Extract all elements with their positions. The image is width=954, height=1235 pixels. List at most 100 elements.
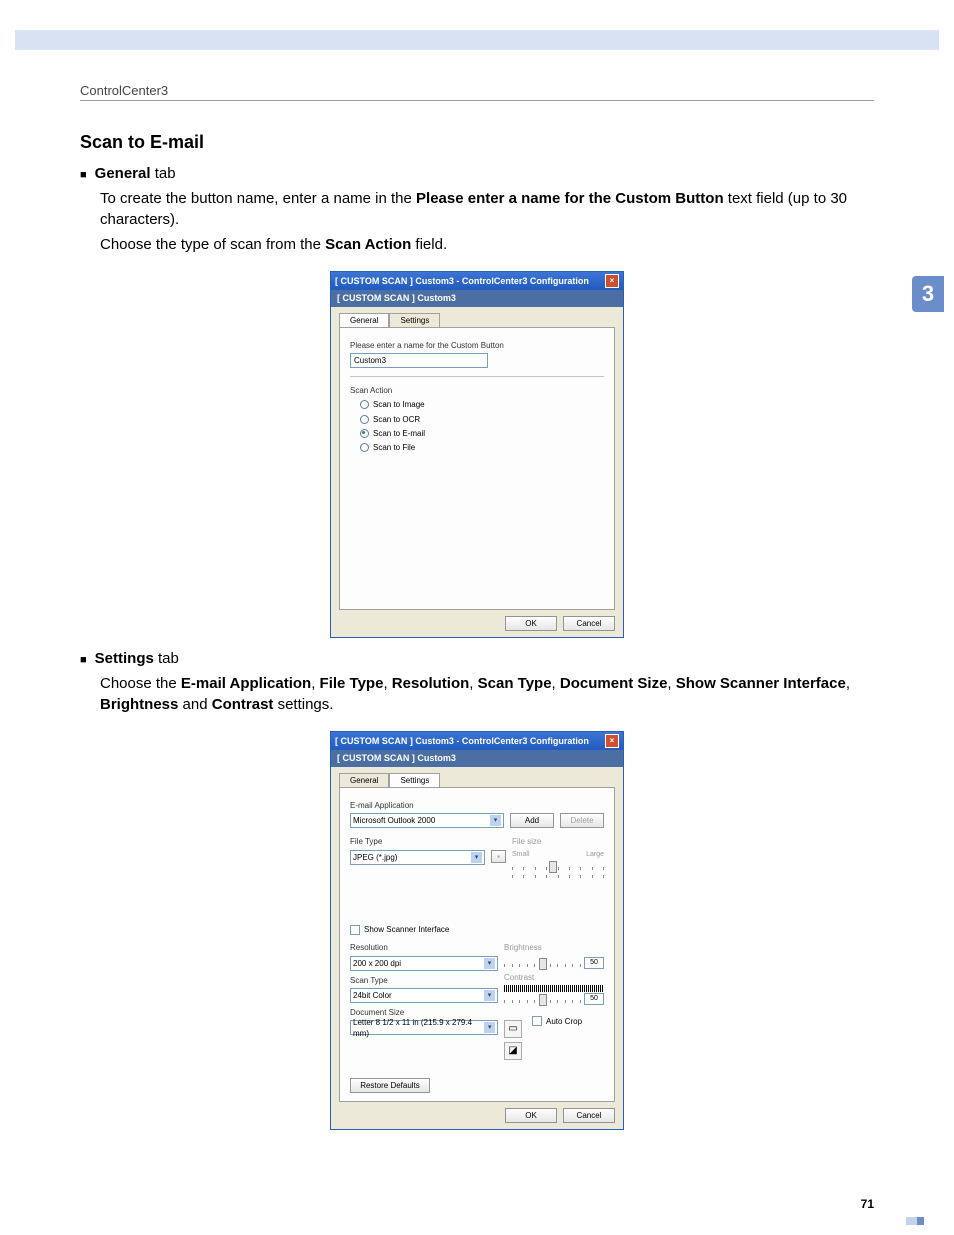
auto-crop-label: Auto Crop	[546, 1016, 582, 1027]
checkbox-icon[interactable]	[350, 925, 360, 935]
para2-bold: Scan Action	[325, 236, 411, 253]
email-app-value: Microsoft Outlook 2000	[353, 815, 435, 826]
radio-scan-image[interactable]: Scan to Image	[360, 399, 604, 410]
side-chapter-tab: 3	[912, 276, 944, 312]
top-band	[15, 30, 939, 50]
file-type-value: JPEG (*.jpg)	[353, 852, 397, 863]
crop-icon[interactable]: ▭	[504, 1020, 522, 1038]
header-rule	[80, 100, 874, 101]
file-type-combo[interactable]: JPEG (*.jpg) ▾	[350, 850, 485, 865]
name-input[interactable]: Custom3	[350, 353, 488, 368]
scan-type-value: 24bit Color	[353, 990, 392, 1001]
contrast-bar	[504, 985, 604, 992]
para2-pre: Choose the type of scan from the	[100, 236, 325, 253]
tab-settings[interactable]: Settings	[389, 313, 440, 327]
dialog-general: [ CUSTOM SCAN ] Custom3 - ControlCenter3…	[330, 271, 624, 638]
separator	[350, 376, 604, 377]
para3-b4: Scan Type	[478, 675, 552, 692]
small-label: Small	[512, 850, 530, 860]
radio-label-file: Scan to File	[373, 442, 415, 453]
file-type-label: File Type	[350, 836, 506, 847]
scan-action-label: Scan Action	[350, 385, 604, 396]
document-size-value: Letter 8 1/2 x 11 in (215.9 x 279.4 mm)	[353, 1017, 484, 1039]
slider-thumb[interactable]	[539, 958, 547, 970]
scan-type-combo[interactable]: 24bit Color ▾	[350, 988, 498, 1003]
preview-icon[interactable]: ◪	[504, 1042, 522, 1060]
ok-button2[interactable]: OK	[505, 1108, 557, 1123]
radio-label-image: Scan to Image	[373, 399, 425, 410]
close-icon[interactable]: ×	[605, 734, 619, 748]
add-button[interactable]: Add	[510, 813, 554, 828]
footer-mark	[906, 1217, 924, 1225]
para3-b2: File Type	[320, 675, 384, 692]
radio-icon	[360, 443, 369, 452]
para2-post: field.	[411, 236, 447, 253]
checkbox-icon[interactable]	[532, 1016, 542, 1026]
bullet-general-bold: General	[95, 165, 151, 182]
section-title: Scan to E-mail	[80, 130, 874, 155]
dialog-subtitle: [ CUSTOM SCAN ] Custom3	[331, 290, 623, 307]
large-label: Large	[586, 850, 604, 860]
cancel-button2[interactable]: Cancel	[563, 1108, 615, 1123]
slider-thumb[interactable]	[539, 994, 547, 1006]
restore-defaults-button[interactable]: Restore Defaults	[350, 1078, 430, 1093]
chevron-down-icon: ▾	[484, 1022, 495, 1033]
filesize-slider[interactable]	[512, 863, 604, 869]
contrast-label: Contrast	[504, 972, 604, 983]
para3-b5: Document Size	[560, 675, 668, 692]
file-size-label: File size	[512, 836, 604, 847]
radio-icon	[360, 415, 369, 424]
email-app-combo[interactable]: Microsoft Outlook 2000 ▾	[350, 813, 504, 828]
bullet-icon: ■	[80, 168, 87, 183]
dialog-subtitle2: [ CUSTOM SCAN ] Custom3	[331, 750, 623, 767]
para3-b3: Resolution	[392, 675, 470, 692]
para2: Choose the type of scan from the Scan Ac…	[100, 234, 874, 255]
close-icon[interactable]: ×	[605, 274, 619, 288]
cancel-button[interactable]: Cancel	[563, 616, 615, 631]
resolution-combo[interactable]: 200 x 200 dpi ▾	[350, 956, 498, 971]
dialog-title-text2: [ CUSTOM SCAN ] Custom3 - ControlCenter3…	[335, 735, 589, 748]
dialog-titlebar: [ CUSTOM SCAN ] Custom3 - ControlCenter3…	[331, 732, 623, 750]
radio-scan-email[interactable]: Scan to E-mail	[360, 428, 604, 439]
document-size-combo[interactable]: Letter 8 1/2 x 11 in (215.9 x 279.4 mm) …	[350, 1020, 498, 1035]
resolution-label: Resolution	[350, 942, 498, 953]
tab-general[interactable]: General	[339, 313, 389, 327]
page-number: 71	[861, 1196, 874, 1213]
radio-scan-ocr[interactable]: Scan to OCR	[360, 414, 604, 425]
para3-b1: E-mail Application	[181, 675, 311, 692]
para3-b8: Contrast	[212, 696, 274, 713]
bullet-settings: Settings tab	[95, 648, 179, 669]
para1-pre: To create the button name, enter a name …	[100, 190, 416, 207]
email-app-label: E-mail Application	[350, 800, 604, 811]
general-panel: Please enter a name for the Custom Butto…	[339, 327, 615, 610]
bullet-general: General tab	[95, 163, 176, 184]
settings-panel: E-mail Application Microsoft Outlook 200…	[339, 787, 615, 1102]
dialog-titlebar: [ CUSTOM SCAN ] Custom3 - ControlCenter3…	[331, 272, 623, 290]
radio-icon-selected	[360, 429, 369, 438]
brightness-slider[interactable]	[504, 960, 581, 966]
ok-button[interactable]: OK	[505, 616, 557, 631]
chevron-down-icon: ▾	[471, 852, 482, 863]
name-label: Please enter a name for the Custom Butto…	[350, 340, 604, 351]
contrast-value[interactable]: 50	[584, 993, 604, 1005]
dialog-title-text: [ CUSTOM SCAN ] Custom3 - ControlCenter3…	[335, 275, 589, 288]
para3-pre: Choose the	[100, 675, 181, 692]
brightness-value[interactable]: 50	[584, 957, 604, 969]
dialog-settings: [ CUSTOM SCAN ] Custom3 - ControlCenter3…	[330, 731, 624, 1130]
para1: To create the button name, enter a name …	[100, 188, 874, 230]
bullet-settings-bold: Settings	[95, 650, 154, 667]
radio-scan-file[interactable]: Scan to File	[360, 442, 604, 453]
resolution-value: 200 x 200 dpi	[353, 958, 401, 969]
brightness-label: Brightness	[504, 942, 604, 953]
scan-type-label: Scan Type	[350, 975, 498, 986]
para3: Choose the E-mail Application, File Type…	[100, 673, 874, 715]
bullet-general-tab: tab	[151, 165, 176, 182]
contrast-slider[interactable]	[504, 996, 581, 1002]
header-text: ControlCenter3	[80, 82, 168, 100]
tab-settings2[interactable]: Settings	[389, 773, 440, 787]
para3-post: settings.	[273, 696, 333, 713]
bullet-icon: ■	[80, 653, 87, 668]
chevron-down-icon: ▾	[484, 958, 495, 969]
tab-general2[interactable]: General	[339, 773, 389, 787]
para3-b7: Brightness	[100, 696, 178, 713]
